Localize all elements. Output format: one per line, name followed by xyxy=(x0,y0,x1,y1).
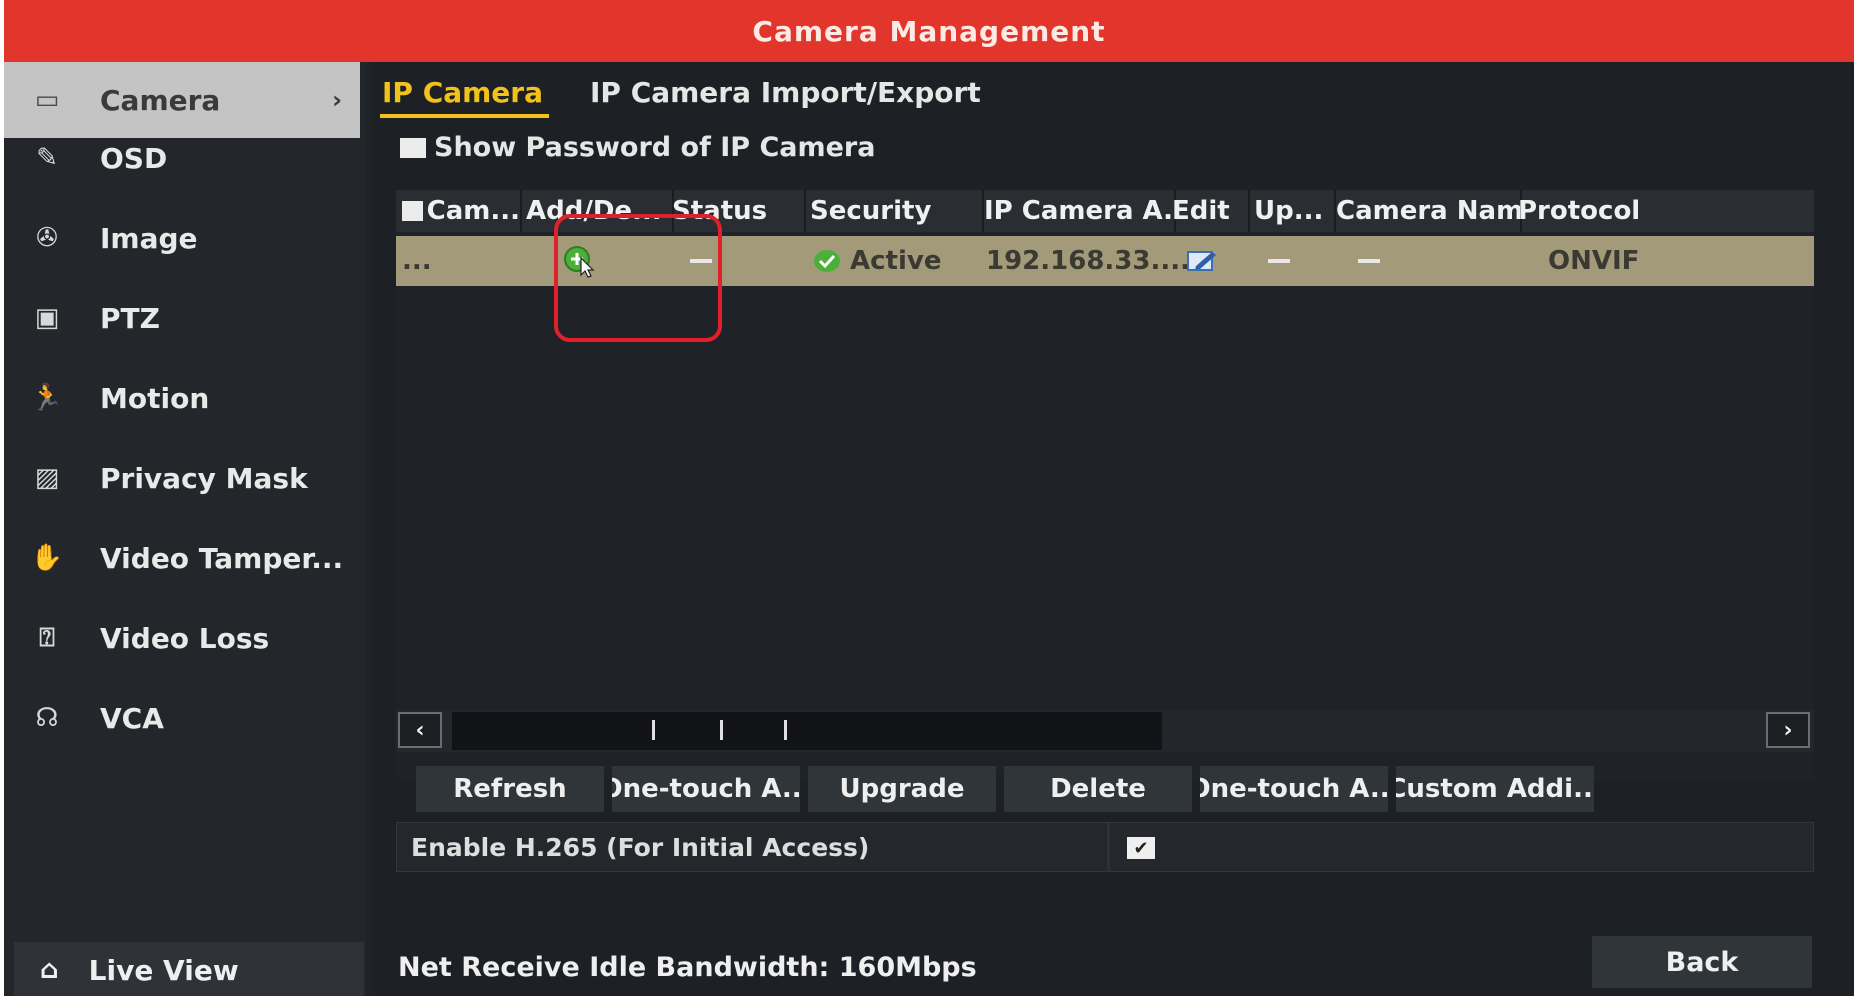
sidebar-item-video-loss[interactable]: ⍰ Video Loss xyxy=(4,600,360,676)
video-loss-icon: ⍰ xyxy=(39,622,55,653)
show-password-checkbox[interactable]: Show Password of IP Camera xyxy=(400,132,875,163)
ip-address-cell: 192.168.33.... xyxy=(986,246,1190,276)
sidebar-item-privacy-mask[interactable]: ▨ Privacy Mask xyxy=(4,440,360,516)
protocol-cell: ONVIF xyxy=(1548,246,1640,276)
checkbox-unchecked-icon xyxy=(400,137,426,158)
back-button[interactable]: Back xyxy=(1592,936,1812,988)
camera-management-window: Camera Management ▭ Camera › ✎ OSD ✇ Ima… xyxy=(4,0,1854,996)
vca-icon: ☊ xyxy=(35,703,59,733)
select-all-checkbox[interactable] xyxy=(402,201,423,221)
camera-number-cell: ... xyxy=(402,246,432,276)
camera-icon: ▭ xyxy=(34,85,60,115)
column-header-camera-name[interactable]: Camera Name xyxy=(1328,190,1522,232)
sidebar-item-label: Video Tamper... xyxy=(100,541,344,575)
check-icon xyxy=(814,250,840,272)
sidebar-item-label: Image xyxy=(100,221,198,255)
bandwidth-status: Net Receive Idle Bandwidth: 160Mbps xyxy=(398,952,977,983)
column-header-label: Cam... xyxy=(426,196,520,226)
ip-camera-table: Cam... Add/De... Status Security IP Came… xyxy=(396,190,1814,780)
tab-ip-camera-import-export[interactable]: IP Camera Import/Export xyxy=(590,70,981,114)
camera-name-empty-dash xyxy=(1358,259,1380,263)
main-panel: IP Camera IP Camera Import/Export Show P… xyxy=(372,62,1854,996)
chevron-right-icon: › xyxy=(1783,717,1793,743)
add-delete-highlight-annotation xyxy=(554,214,722,342)
ptz-icon: ▣ xyxy=(34,303,60,333)
h265-checkbox[interactable]: ✔ xyxy=(1127,837,1155,859)
sidebar-item-video-tamper[interactable]: ✋ Video Tamper... xyxy=(4,520,360,596)
sidebar-item-motion[interactable]: 🏃 Motion xyxy=(4,360,360,436)
refresh-button[interactable]: Refresh xyxy=(416,766,604,812)
column-header-protocol[interactable]: Protocol xyxy=(1514,190,1818,232)
column-header-edit[interactable]: Edit xyxy=(1168,190,1250,232)
scroll-grip-mark xyxy=(720,720,723,740)
sidebar-item-label: PTZ xyxy=(100,301,160,335)
tab-ip-camera[interactable]: IP Camera xyxy=(380,70,549,118)
show-password-label: Show Password of IP Camera xyxy=(434,132,876,163)
sidebar-item-label: Motion xyxy=(100,381,210,415)
delete-button[interactable]: Delete xyxy=(1004,766,1192,812)
chevron-right-icon: › xyxy=(332,86,342,114)
edit-cell[interactable] xyxy=(1186,236,1218,286)
scroll-grip-mark xyxy=(784,720,787,740)
live-view-button[interactable]: ⌂ Live View xyxy=(14,942,364,996)
one-touch-activate-button[interactable]: One-touch A... xyxy=(612,766,800,812)
sidebar-item-label: Privacy Mask xyxy=(100,461,308,495)
upgrade-cell xyxy=(1268,236,1290,286)
live-view-label: Live View xyxy=(88,953,239,987)
video-tamper-icon: ✋ xyxy=(30,543,64,573)
window-title: Camera Management xyxy=(4,0,1854,62)
divider xyxy=(1107,823,1110,871)
scroll-left-button[interactable]: ‹ xyxy=(398,712,442,748)
custom-adding-button[interactable]: Custom Addi... xyxy=(1396,766,1594,812)
osd-icon: ✎ xyxy=(36,143,58,173)
edit-icon[interactable] xyxy=(1186,248,1218,274)
one-touch-adding-button[interactable]: One-touch A... xyxy=(1200,766,1388,812)
home-icon: ⌂ xyxy=(40,955,59,985)
camera-name-cell xyxy=(1358,236,1380,286)
motion-icon: 🏃 xyxy=(30,383,64,413)
security-status-text: Active xyxy=(850,246,942,276)
column-header-ip-address[interactable]: IP Camera A... xyxy=(976,190,1176,232)
sidebar-item-image[interactable]: ✇ Image xyxy=(4,200,360,276)
upgrade-empty-dash xyxy=(1268,259,1290,263)
privacy-mask-icon: ▨ xyxy=(34,463,60,493)
sidebar-item-label: Video Loss xyxy=(100,621,270,655)
sidebar-item-label: VCA xyxy=(100,701,164,735)
sidebar: ▭ Camera › ✎ OSD ✇ Image ▣ PTZ 🏃 Motion … xyxy=(4,62,366,996)
sidebar-item-label: OSD xyxy=(100,141,168,175)
sidebar-item-label: Camera xyxy=(100,83,221,117)
sidebar-item-vca[interactable]: ☊ VCA xyxy=(4,680,360,756)
column-header-upgrade[interactable]: Up... xyxy=(1246,190,1336,232)
table-row[interactable]: ... Active 192.168.33.... ONVIF xyxy=(396,214,1814,342)
scroll-right-button[interactable]: › xyxy=(1766,712,1810,748)
horizontal-scrollbar[interactable]: ‹ › xyxy=(396,710,1814,752)
h265-label: Enable H.265 (For Initial Access) xyxy=(411,832,870,862)
security-cell: Active xyxy=(812,236,941,286)
scroll-grip-mark xyxy=(652,720,655,740)
h265-setting-row: Enable H.265 (For Initial Access) ✔ xyxy=(396,822,1814,872)
column-header-security[interactable]: Security xyxy=(802,190,984,232)
chevron-left-icon: ‹ xyxy=(415,717,425,743)
upgrade-button[interactable]: Upgrade xyxy=(808,766,996,812)
image-icon: ✇ xyxy=(36,223,58,253)
scrollbar-thumb[interactable] xyxy=(452,712,1162,750)
sidebar-item-osd[interactable]: ✎ OSD xyxy=(4,120,360,196)
column-header-camera[interactable]: Cam... xyxy=(396,190,522,232)
sidebar-item-ptz[interactable]: ▣ PTZ xyxy=(4,280,360,356)
